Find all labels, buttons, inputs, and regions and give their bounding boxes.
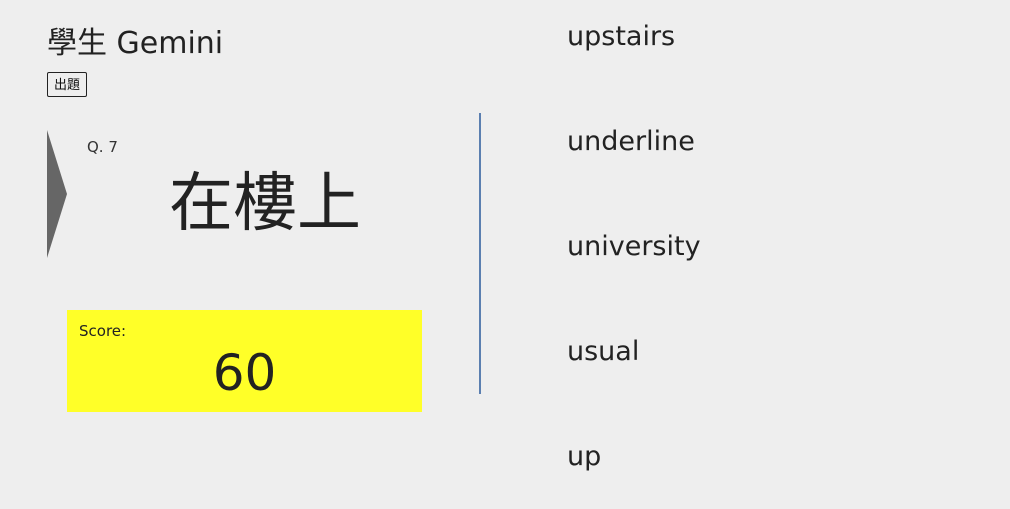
- generate-question-button[interactable]: 出題: [47, 72, 88, 97]
- score-box: Score: 60: [67, 310, 422, 412]
- app-title: 學生 Gemini: [47, 26, 224, 61]
- answer-choice[interactable]: up: [567, 439, 601, 475]
- next-arrow-shape: [47, 130, 67, 258]
- quiz-page: 學生 Gemini 出題 Q. 7 在樓上 Score: 60 upstairs…: [0, 0, 1010, 509]
- score-label: Score:: [79, 322, 127, 340]
- answer-choices: upstairs underline university usual up: [567, 0, 987, 509]
- question-number: Q. 7: [87, 138, 118, 156]
- answer-choice[interactable]: usual: [567, 334, 639, 370]
- score-value: 60: [212, 344, 277, 402]
- next-arrow-icon[interactable]: [47, 130, 67, 258]
- answer-choice[interactable]: upstairs: [567, 19, 675, 55]
- question-prompt: 在樓上: [169, 167, 361, 241]
- answer-choice[interactable]: underline: [567, 124, 695, 160]
- answer-choice[interactable]: university: [567, 229, 701, 265]
- vertical-divider: [479, 113, 481, 394]
